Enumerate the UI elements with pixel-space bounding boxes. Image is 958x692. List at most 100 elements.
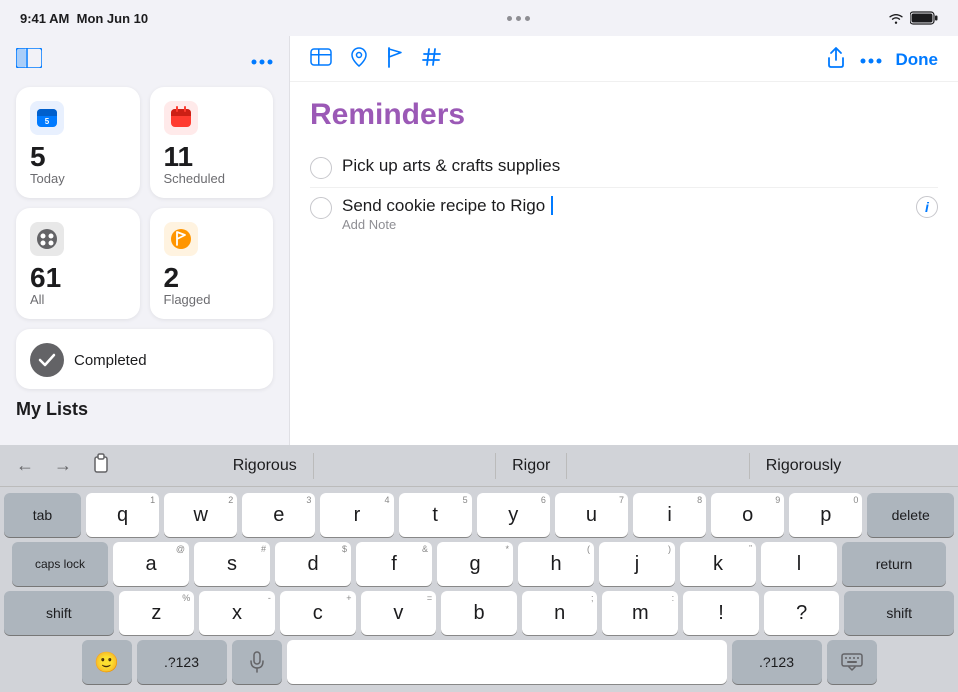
status-bar: 9:41 AM Mon Jun 10 (0, 0, 958, 36)
key-u[interactable]: 7u (555, 493, 628, 537)
key-s[interactable]: #s (194, 542, 270, 586)
undo-redo-group: ← → (10, 451, 116, 480)
reminder-checkbox-2[interactable] (310, 197, 332, 219)
key-r[interactable]: 4r (320, 493, 393, 537)
toolbar-left-icons (310, 46, 442, 73)
all-label: All (30, 292, 61, 307)
completed-label: Completed (74, 352, 147, 369)
key-y[interactable]: 6y (477, 493, 550, 537)
completed-icon (30, 343, 64, 377)
key-e[interactable]: 3e (242, 493, 315, 537)
key-p[interactable]: 0p (789, 493, 862, 537)
key-g[interactable]: *g (437, 542, 513, 586)
key-b[interactable]: b (441, 591, 517, 635)
key-f[interactable]: &f (356, 542, 432, 586)
undo-button[interactable]: ← (10, 453, 40, 478)
space-key[interactable] (287, 640, 727, 684)
scheduled-label: Scheduled (164, 171, 225, 186)
flagged-card[interactable]: 2 Flagged (150, 208, 274, 319)
key-l[interactable]: l (761, 542, 837, 586)
key-k[interactable]: "k (680, 542, 756, 586)
scheduled-icon (169, 106, 193, 130)
suggestions: Rigorous Rigor Rigorously (126, 453, 948, 479)
scheduled-count: 11 (164, 143, 225, 171)
keyboard-rows: tab 1q 2w 3e 4r 5t 6y 7u 8i 9o 0p delete… (0, 487, 958, 692)
done-button[interactable]: Done (896, 50, 939, 70)
sidebar-header (16, 48, 273, 73)
capture-icon[interactable] (310, 48, 332, 71)
key-t[interactable]: 5t (399, 493, 472, 537)
completed-card[interactable]: Completed (16, 329, 273, 389)
delete-key[interactable]: delete (867, 493, 954, 537)
numbers-key-right[interactable]: .?123 (732, 640, 822, 684)
today-icon: 5 (35, 106, 59, 130)
all-count: 61 (30, 264, 61, 292)
keyboard: ← → Rigorous Rigor Rigorously tab 1q 2w … (0, 445, 958, 692)
key-n[interactable]: ;n (522, 591, 598, 635)
wifi-icon (888, 12, 904, 24)
battery-icon (910, 11, 938, 25)
sidebar-toggle-icon[interactable] (16, 48, 42, 73)
key-row-2: caps lock @a #s $d &f *g (h )j "k l retu… (4, 542, 954, 586)
status-time: 9:41 AM Mon Jun 10 (20, 11, 148, 26)
key-w[interactable]: 2w (164, 493, 237, 537)
more-icon[interactable] (860, 51, 882, 69)
today-card[interactable]: 5 5 Today (16, 87, 140, 198)
suggestion-2[interactable]: Rigor (495, 453, 567, 479)
key-m[interactable]: :m (602, 591, 678, 635)
key-v[interactable]: =v (361, 591, 437, 635)
today-label: Today (30, 171, 65, 186)
location-icon[interactable] (350, 47, 368, 72)
status-center (507, 16, 530, 21)
reminders-title: Reminders (310, 98, 938, 132)
all-card[interactable]: 61 All (16, 208, 140, 319)
share-icon[interactable] (826, 46, 846, 73)
status-right (888, 11, 938, 25)
toolbar-right: Done (826, 46, 939, 73)
autocorrect-bar: ← → Rigorous Rigor Rigorously (0, 445, 958, 487)
suggestion-1[interactable]: Rigorous (217, 453, 314, 479)
flagged-count: 2 (164, 264, 211, 292)
numbers-key-left[interactable]: .?123 (137, 640, 227, 684)
paste-button[interactable] (86, 451, 116, 480)
shift-left-key[interactable]: shift (4, 591, 114, 635)
reminder-item-1[interactable]: Pick up arts & crafts supplies (310, 148, 938, 188)
reminder-text-1: Pick up arts & crafts supplies (342, 156, 938, 176)
return-key[interactable]: return (842, 542, 946, 586)
key-c[interactable]: +c (280, 591, 356, 635)
key-o[interactable]: 9o (711, 493, 784, 537)
key-x[interactable]: -x (199, 591, 275, 635)
microphone-key[interactable] (232, 640, 282, 684)
key-a[interactable]: @a (113, 542, 189, 586)
hashtag-icon[interactable] (422, 47, 442, 72)
key-excl[interactable]: ! (683, 591, 759, 635)
flag-icon[interactable] (386, 46, 404, 73)
key-row-3: shift %z -x +c =v b ;n :m ! ? shift (4, 591, 954, 635)
reminder-checkbox-1[interactable] (310, 157, 332, 179)
sidebar-more-button[interactable] (251, 52, 273, 70)
smart-list-grid: 5 5 Today (16, 87, 273, 319)
emoji-key[interactable]: 🙂 (82, 640, 132, 684)
info-icon[interactable]: i (916, 196, 938, 218)
shift-right-key[interactable]: shift (844, 591, 954, 635)
today-count: 5 (30, 143, 65, 171)
key-z[interactable]: %z (119, 591, 195, 635)
key-j[interactable]: )j (599, 542, 675, 586)
key-h[interactable]: (h (518, 542, 594, 586)
key-d[interactable]: $d (275, 542, 351, 586)
suggestion-3[interactable]: Rigorously (749, 453, 858, 479)
tab-key[interactable]: tab (4, 493, 81, 537)
reminder-item-2[interactable]: Send cookie recipe to Rigo Add Note i (310, 188, 938, 242)
reminder-input-area: Send cookie recipe to Rigo Add Note (342, 196, 906, 234)
flagged-icon (169, 227, 193, 251)
key-i[interactable]: 8i (633, 493, 706, 537)
add-note-label[interactable]: Add Note (342, 217, 396, 232)
redo-button[interactable]: → (48, 453, 78, 478)
caps-lock-key[interactable]: caps lock (12, 542, 108, 586)
key-q[interactable]: 1q (86, 493, 159, 537)
scheduled-card[interactable]: 11 Scheduled (150, 87, 274, 198)
flagged-label: Flagged (164, 292, 211, 307)
key-question[interactable]: ? (764, 591, 840, 635)
hide-keyboard-key[interactable] (827, 640, 877, 684)
key-row-bottom: 🙂 .?123 .?123 (4, 640, 954, 684)
